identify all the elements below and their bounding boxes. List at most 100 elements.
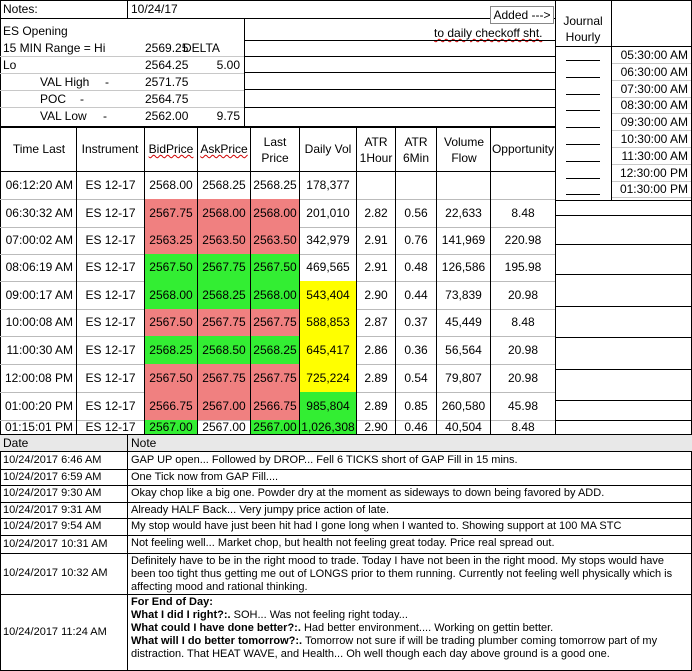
opportunity-cell: 8.48 [511,206,535,220]
flow-cell: 56,564 [445,343,482,357]
journal-time[interactable]: 08:30:00 AM [612,98,688,112]
instrument-cell: ES 12-17 [85,178,136,192]
note-date: 10/24/2017 9:31 AM [3,503,102,516]
journal-time[interactable]: 11:30:00 AM [612,149,689,163]
col-header-atr1-2[interactable]: 1Hour [357,151,395,166]
col-header-instrument[interactable]: Instrument [77,142,143,157]
note-date: 10/24/2017 10:32 AM [3,567,108,579]
atr1-cell [357,172,395,199]
atr6-cell: 0.54 [404,371,428,385]
atr1-cell: 2.82 [364,206,388,220]
flow-cell: 45,449 [445,315,482,329]
journal-blank-line [566,177,600,179]
bid-cell: 2563.25 [145,227,197,254]
note-date: 10/24/2017 10:31 AM [3,537,108,550]
atr1-cell: 2.89 [364,371,388,385]
es-opening-label: ES Opening [3,24,68,38]
daily-vol-cell: 469,565 [306,260,350,274]
ask-cell: 2567.75 [198,254,250,281]
range-label: 15 MIN Range = Hi [3,41,106,55]
date-cell[interactable]: 10/24/17 [131,2,178,16]
journal-title-1: Journal [563,14,603,28]
atr6-cell: 0.44 [404,288,428,302]
lo-value: 2564.25 [145,58,189,72]
daily-vol-cell: 1,026,308 [300,420,356,434]
flow-cell: 141,969 [441,233,486,247]
col-header-time[interactable]: Time Last [2,142,76,157]
daily-vol-cell: 342,979 [306,233,350,247]
eod-question: What could I have done better?:. [131,622,301,634]
journal-grid-line [612,197,691,199]
atr6-cell: 0.37 [404,315,428,329]
col-header-atr1-1[interactable]: ATR [357,135,395,150]
eod-answer: Had better environment.... Working on ge… [300,622,554,634]
val-high-value: 2571.75 [145,75,189,89]
ask-cell: 2568.00 [198,199,250,227]
time-cell: 06:12:20 AM [5,178,73,192]
last-cell: 2568.00 [251,281,299,309]
time-cell: 10:00:08 AM [5,315,73,329]
last-cell: 2567.75 [251,309,299,336]
col-header-last-1[interactable]: Last [251,135,299,150]
bid-cell: 2567.75 [145,199,197,227]
note-date: 10/24/2017 6:46 AM [3,454,102,466]
col-header-flow-1[interactable]: Volume [438,135,490,150]
time-cell: 08:06:19 AM [5,260,73,274]
col-header-bid[interactable]: BidPrice [145,142,197,157]
journal-time[interactable]: 01:30:00 PM [612,182,688,196]
journal-blank-line [566,110,600,112]
opportunity-cell: 20.98 [507,343,539,357]
bid-cell: 2567.50 [145,309,197,336]
journal-time[interactable]: 10:30:00 AM [612,132,688,146]
note-text: Okay chop like a big one. Powder dry at … [131,487,605,499]
ask-cell: 2567.75 [198,364,250,392]
instrument-cell: ES 12-17 [85,420,136,434]
ask-cell: 2567.75 [198,309,250,336]
journal-time[interactable]: 12:30:00 PM [612,166,688,180]
added-button[interactable]: Added ---> [490,6,554,24]
note-text: GAP UP open... Followed by DROP... Fell … [131,454,518,466]
note-text: Not feeling well... Market chop, but hea… [131,537,555,549]
col-header-last-2[interactable]: Price [251,151,299,166]
opportunity-cell: 8.48 [511,420,535,434]
journal-time[interactable]: 07:30:00 AM [612,82,688,96]
time-cell: 01:00:20 PM [4,399,73,413]
note-text: Definitely have to be in the right mood … [131,555,673,593]
flow-cell: 40,504 [445,420,482,434]
note-date: 10/24/2017 11:24 AM [3,625,107,638]
col-header-atr6-2[interactable]: 6Min [396,151,436,166]
col-header-flow-2[interactable]: Flow [438,151,490,166]
journal-time[interactable]: 05:30:00 AM [612,48,688,62]
atr6-cell: 0.85 [404,399,428,413]
bid-cell: 2568.00 [149,178,193,192]
atr6-cell: 0.46 [404,420,428,434]
instrument-cell: ES 12-17 [85,371,136,385]
daily-vol-cell: 543,404 [300,281,356,309]
poc-dash: - [80,92,84,106]
last-cell: 2566.75 [251,392,299,420]
journal-time[interactable]: 06:30:00 AM [612,65,688,79]
col-header-atr6-1[interactable]: ATR [396,135,436,150]
ask-cell: 2567.00 [202,420,246,434]
to-checkoff-label: to daily checkoff sht. [434,26,543,40]
ask-cell: 2568.25 [198,281,250,309]
col-header-ask[interactable]: AskPrice [198,142,250,157]
journal-time[interactable]: 09:30:00 AM [612,115,688,129]
notes-col-date[interactable]: Date [3,436,28,450]
instrument-cell: ES 12-17 [85,315,136,329]
notes-col-note[interactable]: Note [131,436,156,450]
instrument-cell: ES 12-17 [85,233,136,247]
val-high-label: VAL High [40,75,90,89]
instrument-cell: ES 12-17 [85,343,136,357]
opportunity-cell [491,172,555,199]
ask-cell: 2568.25 [202,178,246,192]
instrument-cell: ES 12-17 [85,206,136,220]
col-header-daily-vol[interactable]: Daily Vol [300,142,356,157]
atr6-cell: 0.56 [404,206,428,220]
time-cell: 07:00:02 AM [5,233,73,247]
bid-cell: 2568.25 [145,336,197,364]
daily-vol-cell: 178,377 [306,178,350,192]
opportunity-cell: 195.98 [504,260,542,274]
note-date: 10/24/2017 9:30 AM [3,487,102,499]
col-header-opportunity[interactable]: Opportunity [491,142,555,157]
